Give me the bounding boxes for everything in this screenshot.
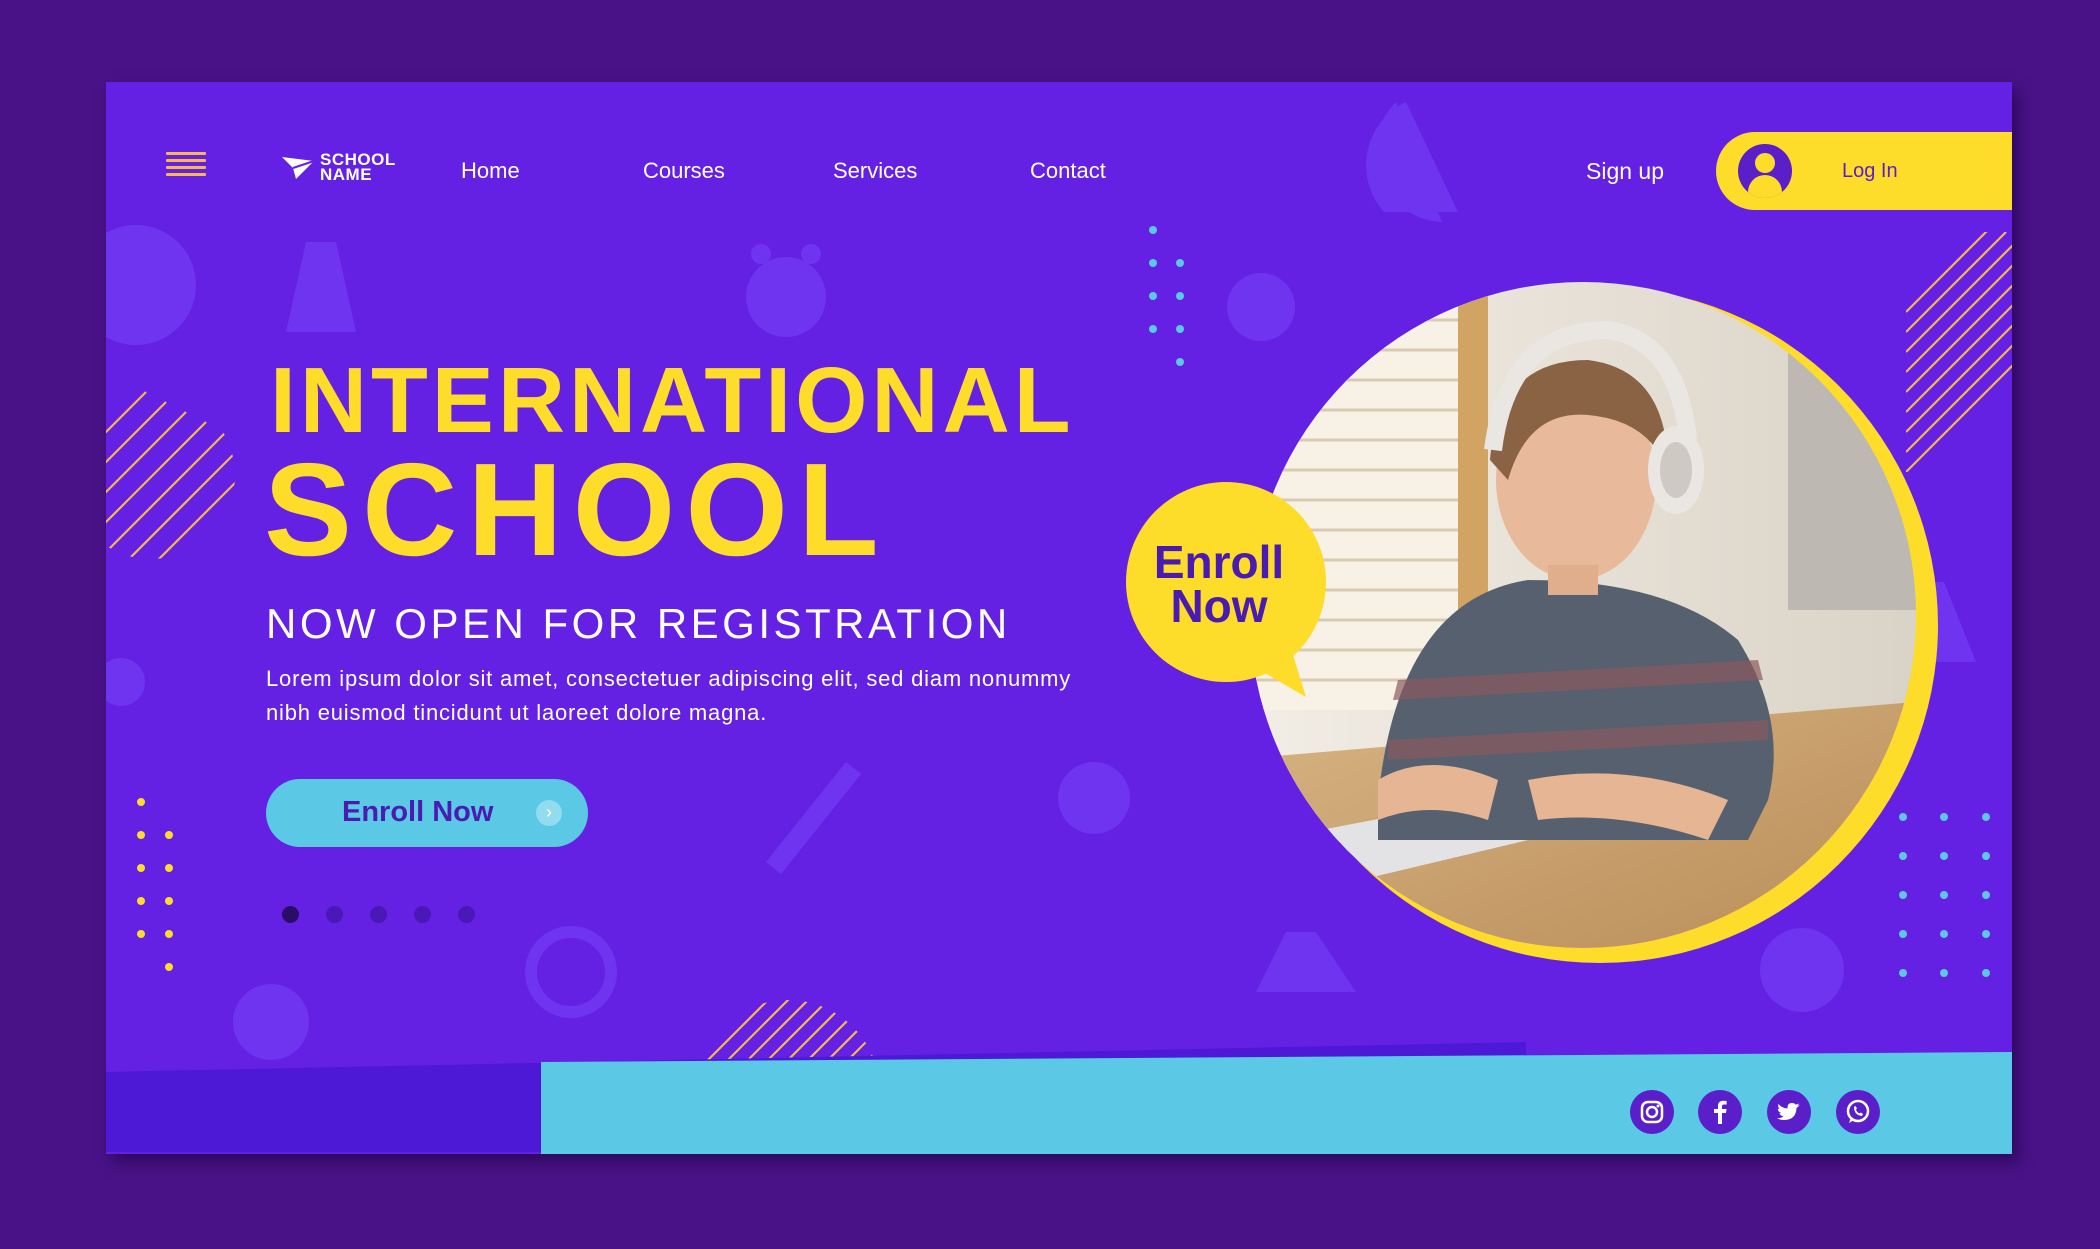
signup-link[interactable]: Sign up bbox=[1586, 158, 1664, 185]
carousel-dot[interactable] bbox=[370, 906, 387, 923]
nav-courses[interactable]: Courses bbox=[643, 158, 725, 184]
instagram-icon[interactable] bbox=[1630, 1090, 1674, 1134]
hero-description: Lorem ipsum dolor sit amet, consectetuer… bbox=[266, 666, 1072, 725]
enroll-bubble-text: Enroll Now bbox=[1126, 536, 1312, 632]
landing-page-card: SCHOOL NAME Home Courses Services Contac… bbox=[106, 82, 2012, 1154]
hero-title-line-1: INTERNATIONAL bbox=[270, 348, 1075, 452]
student-photo bbox=[1250, 282, 1938, 963]
paper-plane-icon bbox=[282, 157, 315, 179]
hamburger-menu-icon[interactable] bbox=[166, 152, 206, 178]
hero-title-line-2: SCHOOL bbox=[264, 436, 889, 583]
carousel-dot[interactable] bbox=[282, 906, 299, 923]
logo-text: SCHOOL NAME bbox=[320, 151, 396, 184]
chevron-right-icon: › bbox=[536, 800, 562, 826]
enroll-now-label: Enroll Now bbox=[342, 796, 494, 828]
facebook-icon[interactable] bbox=[1698, 1090, 1742, 1134]
twitter-icon[interactable] bbox=[1767, 1090, 1811, 1134]
bubble-line-2: Now bbox=[1170, 580, 1268, 632]
whatsapp-icon[interactable] bbox=[1836, 1090, 1880, 1134]
carousel-dot[interactable] bbox=[414, 906, 431, 923]
logo-line-2: NAME bbox=[320, 165, 373, 184]
nav-home[interactable]: Home bbox=[461, 158, 520, 184]
carousel-dots bbox=[282, 906, 475, 923]
user-avatar-icon bbox=[1738, 144, 1792, 198]
school-logo[interactable]: SCHOOL NAME bbox=[280, 151, 396, 184]
login-label: Log In bbox=[1842, 159, 1898, 182]
nav-services[interactable]: Services bbox=[833, 158, 917, 184]
carousel-dot[interactable] bbox=[326, 906, 343, 923]
bubble-line-1: Enroll bbox=[1153, 536, 1285, 588]
hero-subtitle: NOW OPEN FOR REGISTRATION bbox=[266, 600, 1011, 647]
nav-contact[interactable]: Contact bbox=[1030, 158, 1106, 184]
login-button[interactable]: Log In bbox=[1716, 132, 2012, 210]
enroll-now-button[interactable]: Enroll Now › bbox=[266, 779, 588, 847]
carousel-dot[interactable] bbox=[458, 906, 475, 923]
